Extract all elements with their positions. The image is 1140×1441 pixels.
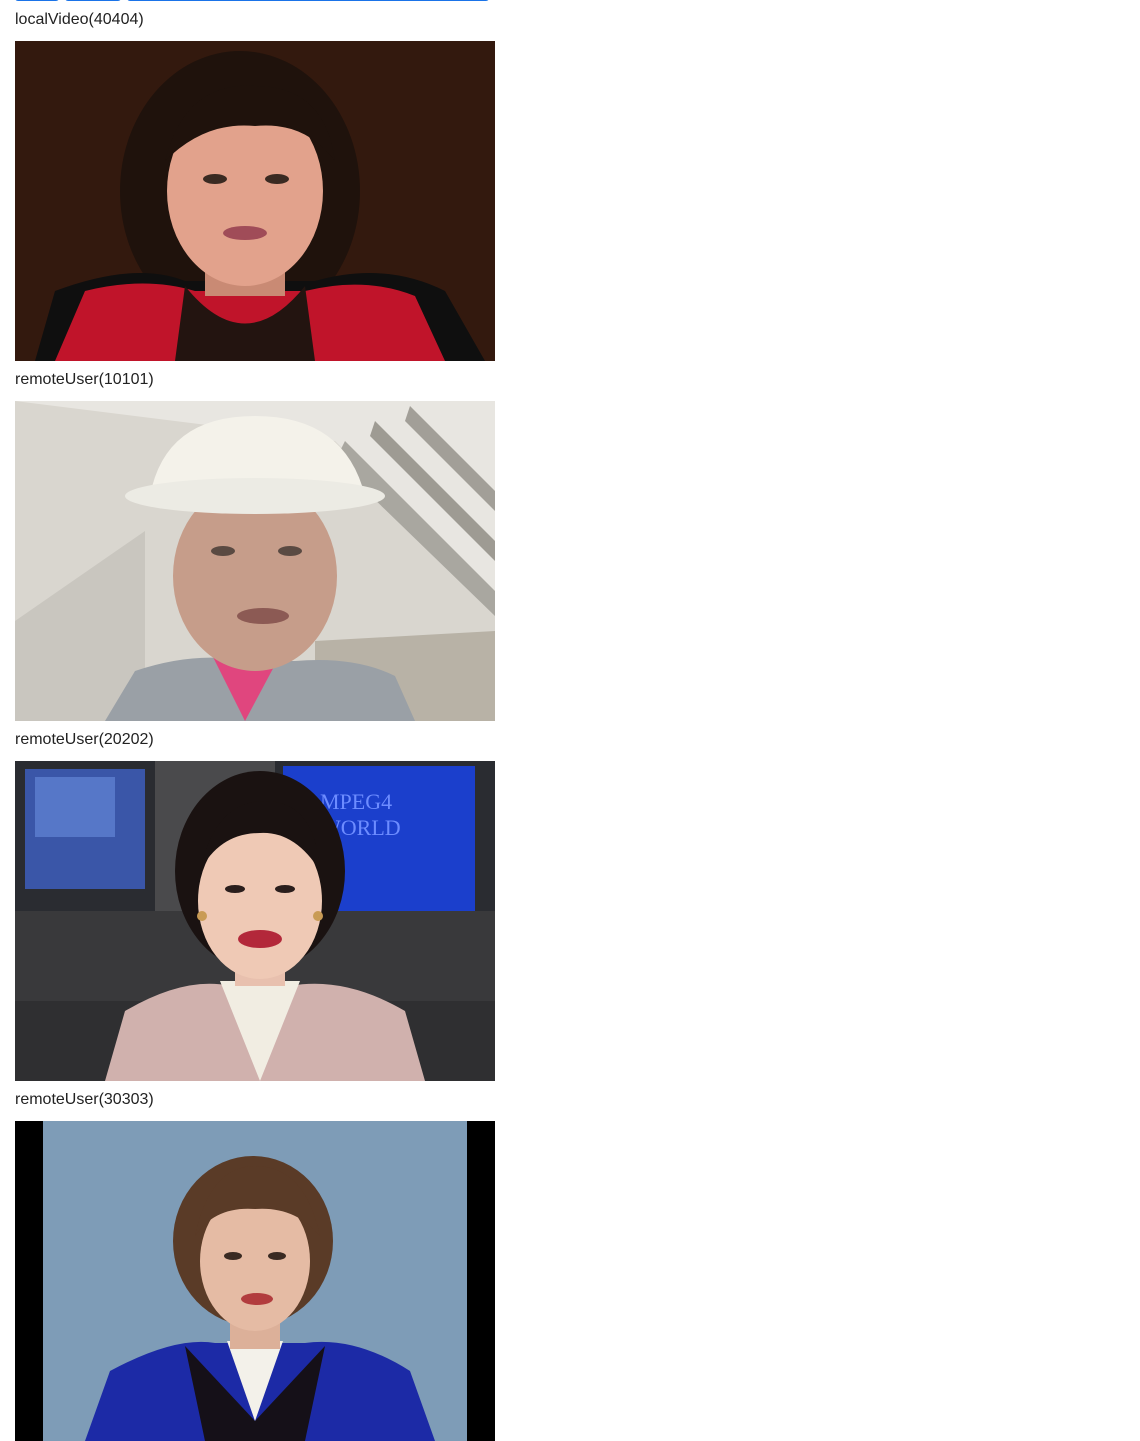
monitor-text-line1: MPEG4 [320, 789, 392, 814]
remote-video[interactable] [15, 1121, 495, 1441]
join-button[interactable] [15, 0, 59, 1]
remote-user-label: remoteUser(10101) [15, 371, 154, 388]
remote-video-panel: remoteUser(30303) [15, 1091, 495, 1441]
video-frame-woman-red-top [15, 41, 495, 361]
local-video[interactable] [15, 41, 495, 361]
leave-button[interactable] [65, 0, 121, 1]
channel-input[interactable] [127, 0, 489, 1]
local-video-label: localVideo(40404) [15, 11, 144, 28]
remote-user-label: remoteUser(20202) [15, 731, 154, 748]
video-frame-man-hardhat [15, 401, 495, 721]
remote-user-label: remoteUser(30303) [15, 1091, 154, 1108]
remote-video-panel: remoteUser(20202) MPEG4 WORLD [15, 731, 495, 1081]
video-frame-woman-blue-jacket [15, 1121, 495, 1441]
remote-video[interactable] [15, 401, 495, 721]
local-video-panel: localVideo(40404) [15, 11, 495, 361]
remote-video[interactable]: MPEG4 WORLD [15, 761, 495, 1081]
top-toolbar-partial [15, 0, 489, 2]
video-frame-news-anchor: MPEG4 WORLD [15, 761, 495, 1081]
remote-video-panel: remoteUser(10101) [15, 371, 495, 721]
